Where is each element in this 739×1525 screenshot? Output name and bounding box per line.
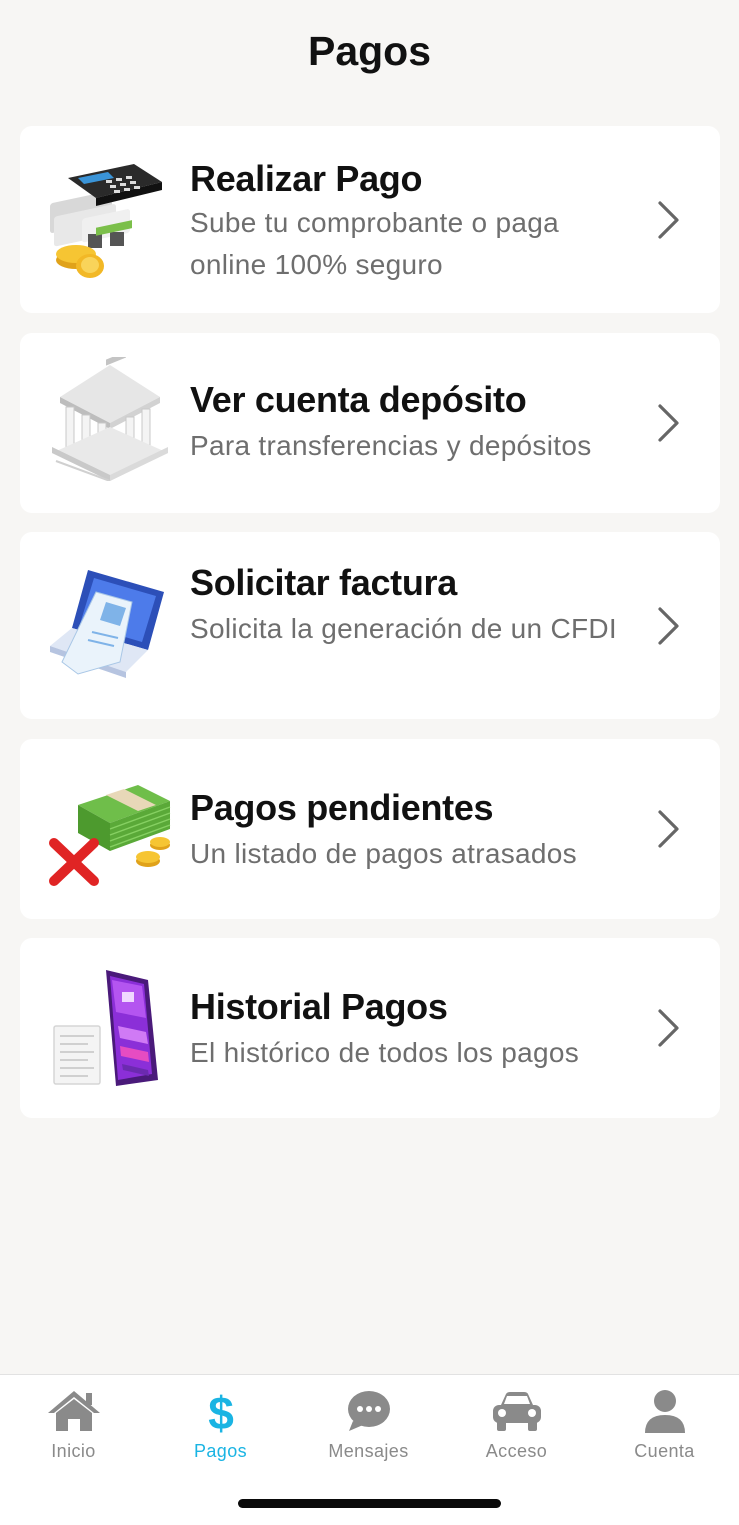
car-icon bbox=[492, 1392, 541, 1431]
svg-text:$: $ bbox=[208, 1389, 234, 1433]
home-indicator bbox=[238, 1499, 501, 1508]
card-subtitle: El histórico de todos los pagos bbox=[190, 1037, 580, 1068]
chevron-right-icon bbox=[658, 201, 679, 239]
home-icon bbox=[47, 1391, 100, 1431]
card-title: Solicitar factura bbox=[190, 562, 457, 603]
money-pending-icon bbox=[49, 785, 171, 886]
card-title: Ver cuenta depósito bbox=[190, 379, 527, 420]
chevron-right-icon bbox=[658, 404, 679, 442]
laptop-invoice-icon bbox=[50, 570, 164, 678]
tab-pagos[interactable]: $ Pagos bbox=[147, 1389, 294, 1469]
realizar-pago-card[interactable]: Realizar Pago Sube tu comprobante o paga… bbox=[20, 126, 720, 313]
card-terminal-payment-icon bbox=[50, 164, 162, 278]
tab-label: Mensajes bbox=[328, 1441, 409, 1461]
tab-label: Inicio bbox=[51, 1441, 96, 1461]
card-title: Historial Pagos bbox=[190, 986, 448, 1027]
ver-cuenta-deposito-card[interactable]: Ver cuenta depósito Para transferencias … bbox=[20, 333, 720, 513]
historial-pagos-card[interactable]: Historial Pagos El histórico de todos lo… bbox=[20, 938, 720, 1118]
card-subtitle: Sube tu comprobante o paga online 100% s… bbox=[190, 207, 559, 280]
dollar-icon: $ bbox=[208, 1389, 234, 1433]
chat-bubble-icon bbox=[347, 1391, 390, 1431]
tab-label: Pagos bbox=[193, 1441, 248, 1461]
user-icon bbox=[644, 1390, 685, 1433]
chevron-right-icon bbox=[658, 1009, 679, 1047]
card-subtitle: Solicita la generación de un CFDI bbox=[190, 613, 618, 644]
pagos-pendientes-card[interactable]: Pagos pendientes Un listado de pagos atr… bbox=[20, 739, 720, 919]
tab-acceso[interactable]: Acceso bbox=[443, 1389, 590, 1469]
chevron-right-icon bbox=[658, 810, 679, 848]
tab-mensajes[interactable]: Mensajes bbox=[295, 1389, 442, 1469]
tab-inicio[interactable]: Inicio bbox=[0, 1389, 147, 1469]
tab-label: Acceso bbox=[485, 1441, 548, 1461]
tab-cuenta[interactable]: Cuenta bbox=[591, 1389, 738, 1469]
card-subtitle: Para transferencias y depósitos bbox=[190, 430, 592, 461]
chevron-right-icon bbox=[658, 607, 679, 645]
solicitar-factura-card[interactable]: Solicitar factura Solicita la generación… bbox=[20, 532, 720, 719]
card-title: Realizar Pago bbox=[190, 158, 423, 199]
phone-history-icon bbox=[53, 970, 158, 1086]
card-title: Pagos pendientes bbox=[190, 787, 494, 828]
bank-icon bbox=[52, 357, 168, 481]
page-title: Pagos bbox=[307, 28, 432, 74]
tab-label: Cuenta bbox=[634, 1441, 695, 1461]
card-subtitle: Un listado de pagos atrasados bbox=[190, 838, 577, 869]
